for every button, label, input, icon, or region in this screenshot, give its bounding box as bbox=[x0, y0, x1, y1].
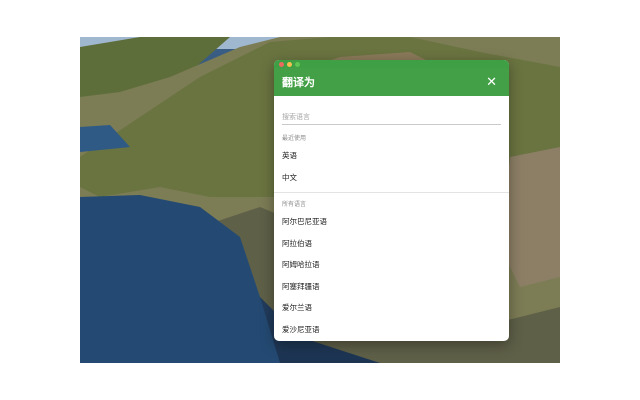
all-languages-section-header: 所有语言 bbox=[282, 200, 307, 208]
language-item-irish[interactable]: 爱尔兰语 bbox=[274, 297, 509, 319]
language-item-albanian[interactable]: 阿尔巴尼亚语 bbox=[274, 211, 509, 233]
dialog-header: 翻译为 ✕ bbox=[274, 68, 509, 96]
close-icon[interactable]: ✕ bbox=[484, 74, 499, 91]
minimize-window-icon[interactable] bbox=[287, 62, 292, 67]
close-window-icon[interactable] bbox=[279, 62, 284, 67]
language-item-amharic[interactable]: 阿姆哈拉语 bbox=[274, 254, 509, 276]
search-container bbox=[274, 96, 509, 125]
dialog-title: 翻译为 bbox=[282, 76, 315, 89]
language-item-english[interactable]: 英语 bbox=[274, 145, 509, 167]
language-item-estonian[interactable]: 爱沙尼亚语 bbox=[274, 319, 509, 341]
translate-dialog: 翻译为 ✕ 最近使用 英语 中文 所有语言 阿尔巴尼亚语 阿拉伯语 阿姆哈拉语 … bbox=[274, 60, 509, 341]
zoom-window-icon[interactable] bbox=[295, 62, 300, 67]
section-divider bbox=[274, 192, 509, 193]
language-search-input[interactable] bbox=[282, 110, 501, 125]
language-item-azerbaijani[interactable]: 阿塞拜疆语 bbox=[274, 276, 509, 298]
language-item-arabic[interactable]: 阿拉伯语 bbox=[274, 233, 509, 255]
recent-section-header: 最近使用 bbox=[282, 134, 307, 142]
language-item-chinese[interactable]: 中文 bbox=[274, 167, 509, 189]
window-titlebar bbox=[274, 60, 509, 68]
